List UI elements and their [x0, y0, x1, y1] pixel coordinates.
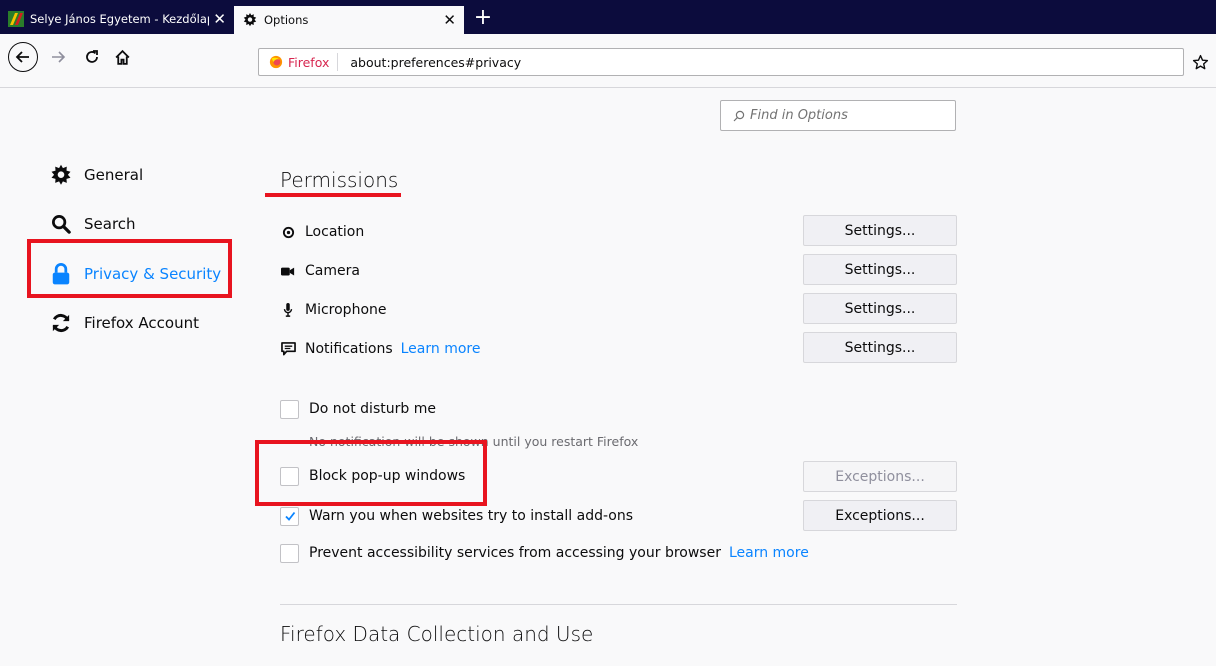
button-label: Settings...: [844, 222, 916, 239]
privacy-highlight-annotation: [27, 239, 232, 298]
tab-selye[interactable]: Selye János Egyetem - Kezdőlap ✕: [0, 4, 234, 34]
data-collection-heading: Firefox Data Collection and Use: [280, 622, 594, 646]
find-placeholder: Find in Options: [750, 108, 848, 123]
notifications-learn-more-link[interactable]: Learn more: [401, 341, 481, 357]
tab-options[interactable]: Options ✕: [234, 6, 464, 34]
button-label: Settings...: [844, 261, 916, 278]
home-button[interactable]: [108, 42, 136, 72]
back-button[interactable]: [8, 42, 38, 72]
star-icon: [1192, 54, 1208, 69]
search-icon: [50, 213, 72, 235]
microphone-settings-button[interactable]: Settings...: [803, 293, 957, 324]
do-not-disturb-label: Do not disturb me: [309, 401, 436, 417]
button-label: Settings...: [844, 339, 916, 356]
warn-addons-checkbox[interactable]: [280, 506, 299, 526]
location-row: Location: [280, 217, 364, 247]
forward-arrow-icon: [52, 51, 66, 63]
warn-addons-label: Warn you when websites try to install ad…: [309, 508, 634, 524]
tab-title: Selye János Egyetem - Kezdőlap: [30, 12, 210, 26]
bookmark-star-button[interactable]: [1188, 50, 1212, 74]
prevent-accessibility-checkbox[interactable]: [280, 543, 299, 563]
section-divider: [280, 604, 957, 605]
warn-addons-option[interactable]: Warn you when websites try to install ad…: [280, 504, 633, 528]
sidebar-item-label: Search: [84, 215, 136, 233]
permissions-heading: Permissions: [280, 168, 399, 192]
tab-strip: Selye János Egyetem - Kezdőlap ✕ Options…: [0, 0, 1216, 34]
camera-label: Camera: [305, 263, 360, 279]
url-text[interactable]: about:preferences#privacy: [338, 55, 521, 70]
camera-icon: [280, 266, 296, 277]
close-tab-icon[interactable]: ✕: [213, 10, 226, 28]
sidebar-item-general[interactable]: General: [50, 160, 143, 190]
back-arrow-icon: [15, 51, 29, 63]
search-icon: [733, 110, 745, 121]
sidebar-item-firefox-account[interactable]: Firefox Account: [50, 308, 199, 338]
close-tab-icon[interactable]: ✕: [443, 11, 456, 29]
permissions-underline-annotation: [265, 193, 401, 197]
popup-exceptions-button[interactable]: Exceptions...: [803, 461, 957, 492]
notifications-row: Notifications Learn more: [280, 334, 480, 364]
microphone-label: Microphone: [305, 302, 387, 318]
find-in-options-input[interactable]: Find in Options: [720, 100, 956, 131]
button-label: Exceptions...: [835, 507, 925, 524]
camera-settings-button[interactable]: Settings...: [803, 254, 957, 285]
notifications-settings-button[interactable]: Settings...: [803, 332, 957, 363]
prevent-accessibility-option[interactable]: Prevent accessibility services from acce…: [280, 541, 809, 565]
microphone-icon: [280, 303, 296, 317]
notifications-icon: [280, 342, 296, 356]
location-label: Location: [305, 224, 365, 240]
microphone-row: Microphone: [280, 295, 387, 325]
sidebar-item-label: Firefox Account: [84, 314, 199, 332]
button-label: Settings...: [844, 300, 916, 317]
reload-button[interactable]: [78, 42, 106, 72]
addons-exceptions-button[interactable]: Exceptions...: [803, 500, 957, 531]
forward-button[interactable]: [44, 42, 72, 72]
new-tab-button[interactable]: +: [470, 6, 496, 32]
notifications-label: Notifications: [305, 341, 393, 357]
firefox-logo-icon: [269, 55, 283, 69]
do-not-disturb-option[interactable]: Do not disturb me: [280, 397, 436, 421]
reload-icon: [86, 50, 98, 63]
gear-icon: [50, 164, 72, 186]
prevent-accessibility-label: Prevent accessibility services from acce…: [309, 545, 721, 561]
nav-bar: Firefox about:preferences#privacy: [0, 34, 1216, 88]
do-not-disturb-checkbox[interactable]: [280, 399, 299, 419]
camera-row: Camera: [280, 256, 360, 286]
gear-icon: [243, 13, 257, 27]
block-popups-highlight-annotation: [255, 440, 487, 506]
button-label: Exceptions...: [835, 468, 925, 485]
location-icon: [280, 226, 296, 239]
home-icon: [114, 49, 130, 65]
accessibility-learn-more-link[interactable]: Learn more: [729, 545, 809, 561]
sidebar-item-search[interactable]: Search: [50, 209, 136, 239]
sync-icon: [50, 312, 72, 334]
selye-favicon-icon: [8, 11, 24, 27]
identity-label: Firefox: [288, 54, 330, 70]
sidebar-item-label: General: [84, 166, 144, 184]
identity-box[interactable]: Firefox: [259, 53, 339, 71]
location-settings-button[interactable]: Settings...: [803, 215, 957, 246]
checkmark-icon: [284, 511, 295, 521]
tab-title: Options: [264, 13, 309, 27]
url-bar[interactable]: Firefox about:preferences#privacy: [258, 48, 1184, 76]
